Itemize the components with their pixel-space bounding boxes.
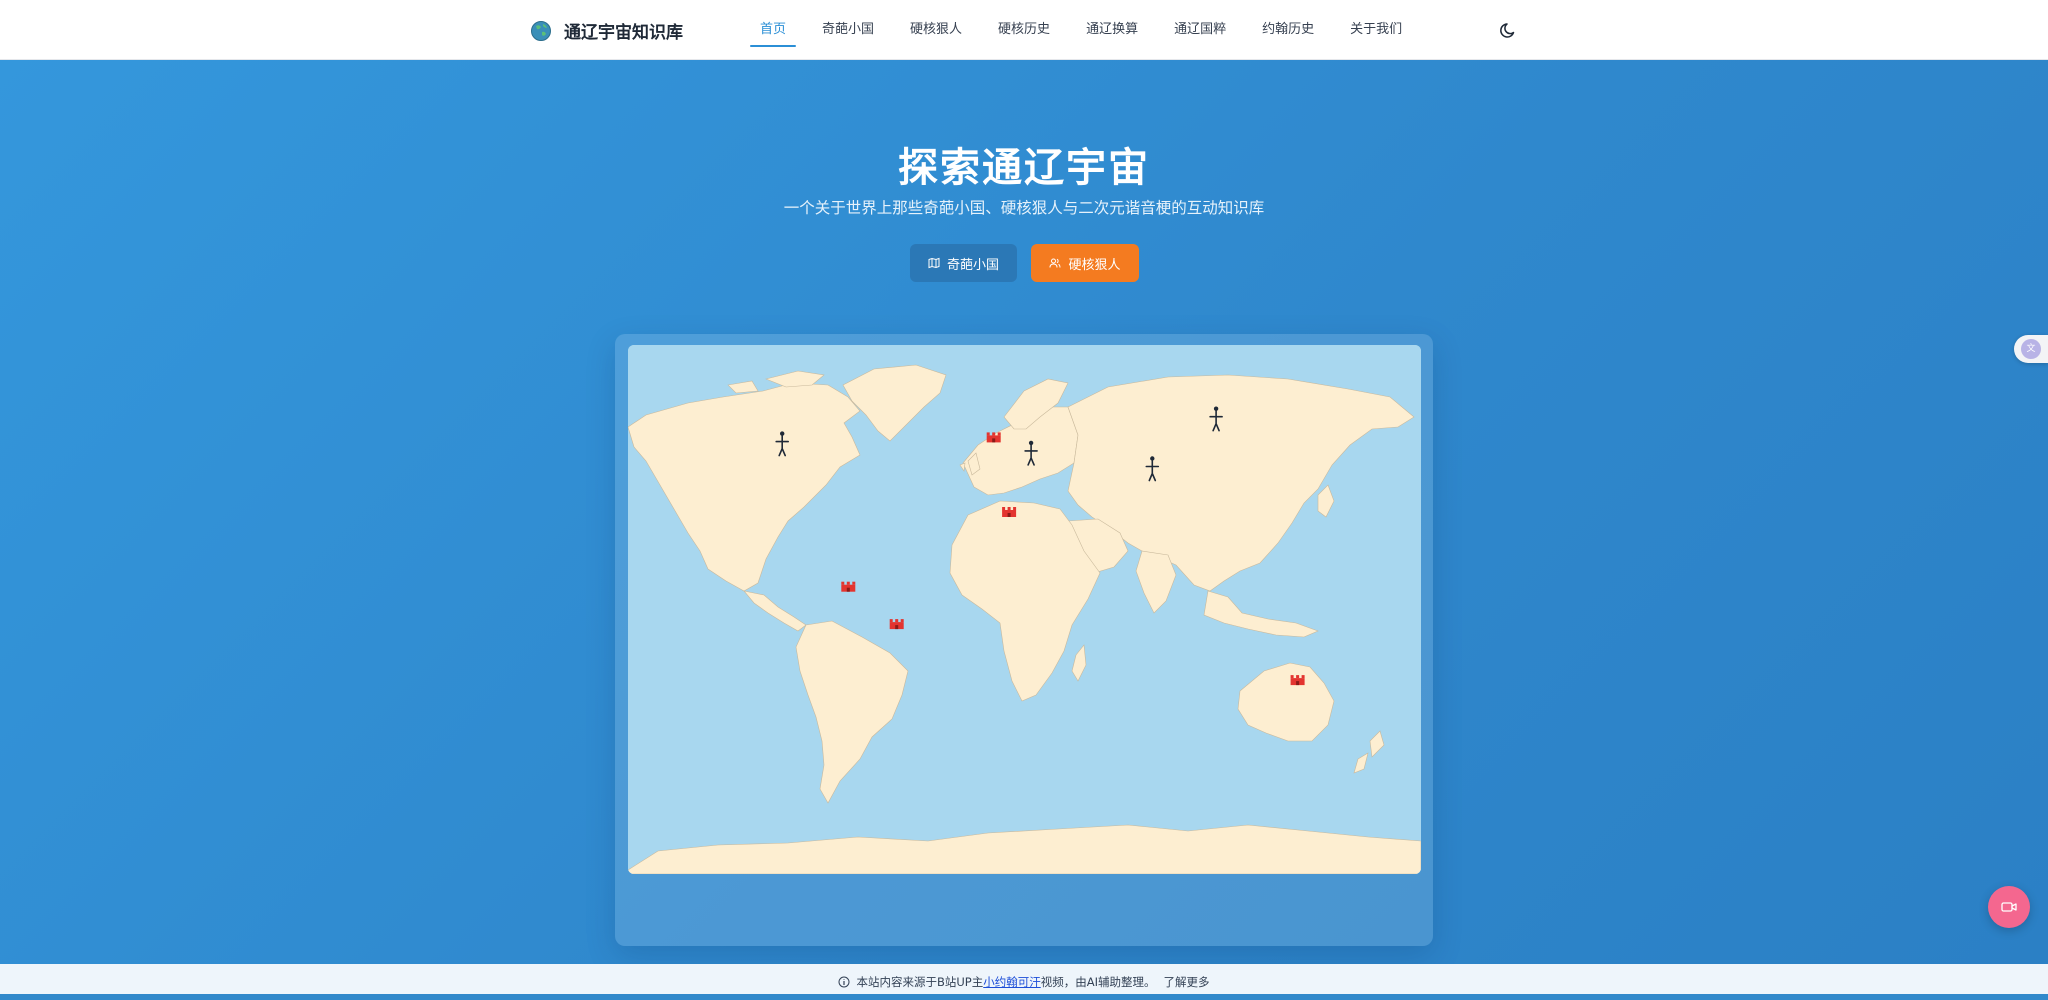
nav-home[interactable]: 首页 xyxy=(750,0,797,60)
video-chat-button[interactable] xyxy=(1988,886,2030,928)
footer-suffix: 视频，由AI辅助整理。 xyxy=(1040,975,1156,989)
nav-tongliao-conversion[interactable]: 通辽换算 xyxy=(1076,0,1148,60)
top-navbar: 通辽宇宙知识库 首页 奇葩小国 硬核狠人 硬核历史 通辽换算 通辽国粹 约翰历史… xyxy=(0,0,2048,60)
world-map-svg[interactable] xyxy=(628,345,1421,874)
castle-marker[interactable] xyxy=(1290,675,1305,686)
users-icon xyxy=(1049,258,1061,268)
translate-side-tab[interactable]: 文 xyxy=(2014,335,2048,363)
site-title: 通辽宇宙知识库 xyxy=(564,23,683,43)
moon-icon[interactable] xyxy=(1498,19,1520,41)
castle-marker[interactable] xyxy=(889,619,904,630)
nav-odd-countries[interactable]: 奇葩小国 xyxy=(812,0,884,60)
tough-people-button-label: 硬核狠人 xyxy=(1068,257,1121,273)
tough-people-button[interactable]: 硬核狠人 xyxy=(1031,244,1139,282)
odd-countries-button[interactable]: 奇葩小国 xyxy=(910,244,1017,282)
nav-hardcore-history[interactable]: 硬核历史 xyxy=(988,0,1060,60)
footer-up-link[interactable]: 小约翰可汗 xyxy=(983,975,1041,989)
odd-countries-button-label: 奇葩小国 xyxy=(946,257,999,273)
main-nav: 首页 奇葩小国 硬核狠人 硬核历史 通辽换算 通辽国粹 约翰历史 关于我们 xyxy=(750,0,1428,60)
translate-icon: 文 xyxy=(2021,339,2041,359)
hero-subtitle: 一个关于世界上那些奇葩小国、硬核狠人与二次元谐音梗的互动知识库 xyxy=(783,199,1265,217)
hero-title: 探索通辽宇宙 xyxy=(898,145,1150,191)
footer-learn-more[interactable]: 了解更多 xyxy=(1164,975,1210,989)
footer-prefix: 本站内容来源于B站UP主 xyxy=(856,975,984,989)
site-logo[interactable]: 通辽宇宙知识库 xyxy=(530,18,683,43)
castle-marker[interactable] xyxy=(986,432,1001,443)
video-icon xyxy=(2001,902,2017,912)
nav-tough-people[interactable]: 硬核狠人 xyxy=(900,0,972,60)
world-map-card xyxy=(615,334,1433,946)
nav-john-history[interactable]: 约翰历史 xyxy=(1252,0,1324,60)
nav-tongliao-essence[interactable]: 通辽国粹 xyxy=(1164,0,1236,60)
nav-about[interactable]: 关于我们 xyxy=(1340,0,1412,60)
info-icon xyxy=(838,976,850,988)
world-map[interactable] xyxy=(628,345,1421,874)
castle-marker[interactable] xyxy=(841,581,856,592)
hero-section: 探索通辽宇宙 一个关于世界上那些奇葩小国、硬核狠人与二次元谐音梗的互动知识库 奇… xyxy=(0,60,2048,964)
globe-icon xyxy=(531,20,551,41)
map-icon xyxy=(928,257,940,269)
castle-marker[interactable] xyxy=(1002,507,1017,517)
footer: 本站内容来源于B站UP主小约翰可汗视频，由AI辅助整理。 了解更多 xyxy=(0,964,2048,994)
